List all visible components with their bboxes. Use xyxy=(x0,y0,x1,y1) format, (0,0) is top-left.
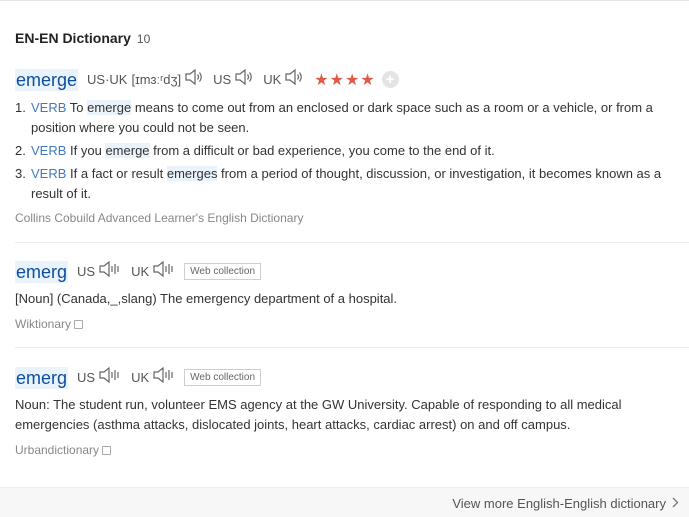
us-label: US xyxy=(77,370,96,385)
source-label: Wiktionary xyxy=(15,317,72,331)
speaker-icon[interactable] xyxy=(284,68,304,91)
speaker-icon[interactable] xyxy=(234,68,254,91)
us-uk-label: US·UK xyxy=(87,72,128,87)
definition-text: VERB If you emerge from a difficult or b… xyxy=(31,141,495,161)
highlighted-word: emerge xyxy=(105,143,150,158)
definition-pre: If a fact or result xyxy=(70,166,167,181)
definition-number: 1. xyxy=(15,100,26,115)
entry-3-source: Urbandictionary xyxy=(15,443,112,457)
copy-icon[interactable] xyxy=(74,319,84,329)
source-label: Urbandictionary xyxy=(15,443,100,457)
part-of-speech: VERB xyxy=(31,143,67,158)
definition-list: 1. VERB To emerge means to come out from… xyxy=(15,98,683,207)
panel-title: EN-EN Dictionary xyxy=(15,30,131,46)
entry-3-header: emerg US UK Web collection xyxy=(15,366,262,389)
panel-header: EN-EN Dictionary 10 xyxy=(15,30,150,46)
uk-label: UK xyxy=(263,72,282,87)
definition-text: VERB If a fact or result emerges from a … xyxy=(31,164,683,204)
entry-1-source: Collins Cobuild Advanced Learner's Engli… xyxy=(15,211,303,225)
source-label: Collins Cobuild Advanced Learner's Engli… xyxy=(15,211,304,225)
speaker-icon[interactable] xyxy=(98,366,122,389)
part-of-speech: VERB xyxy=(31,100,67,115)
divider xyxy=(15,347,689,348)
definition-item: 1. VERB To emerge means to come out from… xyxy=(15,98,683,138)
definition-post: from a difficult or bad experience, you … xyxy=(149,143,495,158)
entry-3-word: emerg xyxy=(15,366,69,389)
definition-pre: To xyxy=(69,100,88,115)
definition-number: 3. xyxy=(15,166,26,181)
speaker-icon[interactable] xyxy=(152,366,176,389)
phonetic: [ɪmɜːʳdʒ] xyxy=(131,72,182,87)
view-more-link[interactable]: View more English-English dictionary xyxy=(452,496,679,511)
web-collection-tag: Web collection xyxy=(184,369,262,386)
part-of-speech: VERB xyxy=(31,166,67,181)
view-more-label: View more English-English dictionary xyxy=(452,496,666,511)
entry-2-header: emerg US UK Web collection xyxy=(15,260,262,283)
plus-icon[interactable]: + xyxy=(381,71,399,88)
definition-item: 3. VERB If a fact or result emerges from… xyxy=(15,164,683,204)
divider xyxy=(15,242,689,243)
highlighted-word: emerge xyxy=(87,100,132,115)
dictionary-panel: EN-EN Dictionary 10 emerge US·UK [ɪmɜːʳd… xyxy=(0,0,689,517)
entry-1-header: emerge US·UK [ɪmɜːʳdʒ] US UK ★★★★ + xyxy=(15,68,399,91)
definition-pre: If you xyxy=(70,143,106,158)
entry-3-text: Noun: The student run, volunteer EMS age… xyxy=(15,397,622,432)
copy-icon[interactable] xyxy=(102,445,112,455)
entry-2-source: Wiktionary xyxy=(15,317,84,331)
speaker-icon[interactable] xyxy=(152,260,176,283)
us-label: US xyxy=(213,72,232,87)
entry-2-text: [Noun] (Canada,_,slang) The emergency de… xyxy=(15,291,398,306)
entry-1-word: emerge xyxy=(15,68,79,91)
uk-label: UK xyxy=(131,264,150,279)
definition-item: 2. VERB If you emerge from a difficult o… xyxy=(15,141,683,161)
web-collection-tag: Web collection xyxy=(184,263,262,280)
definition-number: 2. xyxy=(15,143,26,158)
star-rating: ★★★★ xyxy=(314,71,376,89)
uk-label: UK xyxy=(131,370,150,385)
highlighted-word: emerges xyxy=(166,166,218,181)
speaker-icon[interactable] xyxy=(184,68,204,91)
definition-text: VERB To emerge means to come out from an… xyxy=(31,98,683,138)
entry-2-word: emerg xyxy=(15,260,69,283)
panel-footer: View more English-English dictionary xyxy=(0,487,689,517)
us-label: US xyxy=(77,264,96,279)
speaker-icon[interactable] xyxy=(98,260,122,283)
chevron-right-icon xyxy=(672,496,679,511)
result-count: 10 xyxy=(136,32,151,46)
